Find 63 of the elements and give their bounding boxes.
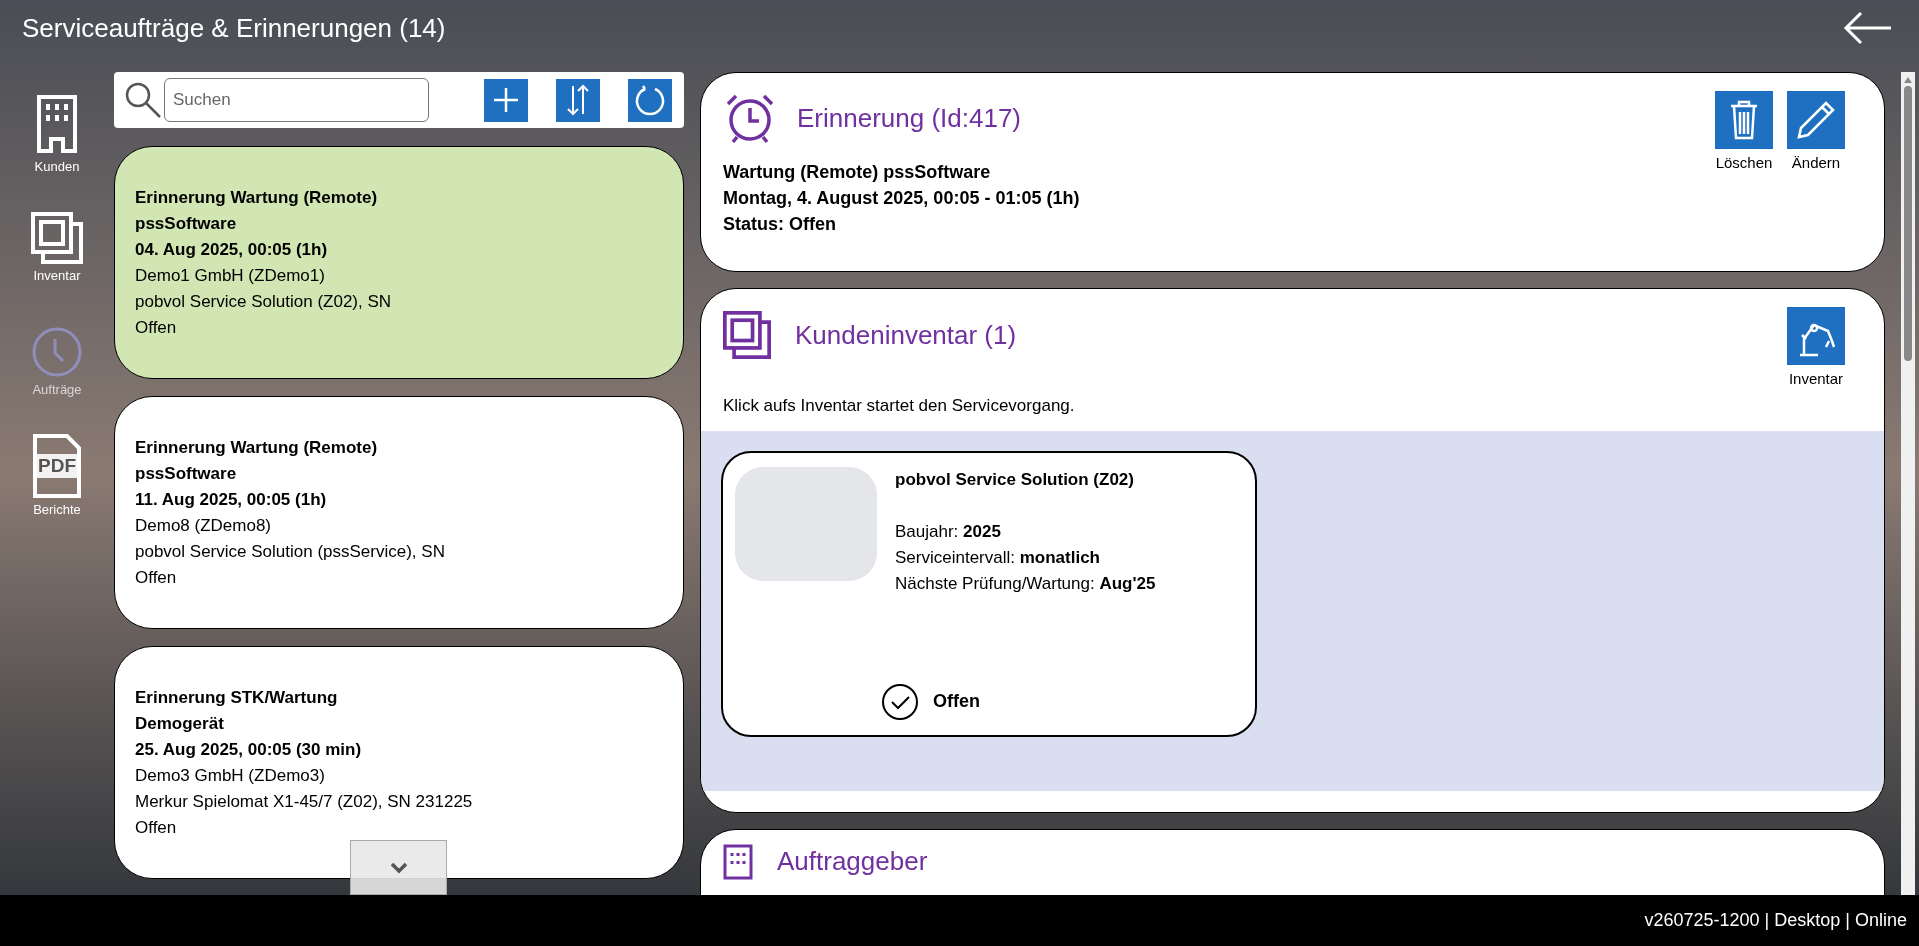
card-device: pobvol Service Solution (pssService), SN [135, 540, 446, 563]
panel-title: Auftraggeber [777, 845, 928, 878]
card-status: Offen [135, 316, 178, 339]
card-date: 25. Aug 2025, 00:05 (30 min) [135, 738, 363, 761]
card-status: Offen [135, 816, 178, 839]
sidebar-item[interactable]: Inventar [19, 200, 95, 296]
check-circle-icon [881, 682, 919, 721]
inventory-card[interactable]: pobvol Service Solution (Z02) Baujahr: 2025 Serviceintervall: monatlich Nächste Prüfung/Wartung: Aug'25 Offen [721, 450, 1257, 737]
card-title: Erinnerung Wartung (Remote) [135, 186, 379, 209]
sidebar-item[interactable]: PDF Berichte [19, 428, 95, 524]
inventory-status: Offen [933, 690, 980, 713]
reminder-detail: Montag, 4. August 2025, 00:05 - 01:05 (1h) [723, 187, 1080, 210]
inventory-name: pobvol Service Solution (Z02) [895, 468, 1135, 491]
sort-arrows-icon [566, 84, 590, 116]
trash-icon [1729, 100, 1759, 140]
reminder-detail: Wartung (Remote) pssSoftware [723, 161, 992, 184]
pdf-label: PDF [34, 454, 80, 478]
document-icon [31, 434, 83, 498]
card-status: Offen [135, 566, 178, 589]
inventory-field: Serviceintervall: monatlich [895, 544, 1156, 571]
card-customer: Demo3 GmbH (ZDemo3) [135, 764, 326, 787]
add-button[interactable] [484, 78, 528, 122]
search-icon [124, 81, 162, 119]
panel-title: Kundeninventar (1) [795, 318, 1017, 352]
search-field[interactable]: Suchen [164, 78, 429, 122]
inventory-field: Baujahr: 2025 [895, 518, 1156, 545]
clock-icon [31, 326, 83, 378]
back-arrow-icon[interactable] [1843, 11, 1893, 45]
scrollbar-thumb[interactable] [1904, 86, 1912, 361]
scroll-up-arrow-icon[interactable] [1904, 77, 1912, 83]
sort-button[interactable] [556, 78, 600, 122]
card-title: Erinnerung STK/Wartung [135, 686, 339, 709]
card-title: Erinnerung Wartung (Remote) [135, 436, 379, 459]
card-date: 11. Aug 2025, 00:05 (1h) [135, 488, 328, 511]
card-subject: pssSoftware [135, 462, 238, 485]
stacked-squares-icon [723, 311, 771, 359]
card-customer: Demo8 (ZDemo8) [135, 514, 273, 537]
action-button[interactable]: Ändern [1784, 91, 1848, 271]
pencil-icon [1796, 100, 1836, 140]
inventory-hint: Klick aufs Inventar startet den Servicevorgang. [722, 395, 1076, 417]
refresh-icon [634, 84, 666, 116]
action-button[interactable]: Löschen [1712, 91, 1776, 271]
reminder-card[interactable]: Erinnerung Wartung (Remote) pssSoftware 04. Aug 2025, 00:05 (1h) Demo1 GmbH (ZDemo1) pobvol Service Solution (Z02), SN Offen [114, 146, 684, 379]
page-title: Serviceaufträge & Erinnerungen (14) [22, 11, 446, 45]
stacked-squares-icon [31, 212, 83, 264]
chevron-down-icon [389, 861, 408, 874]
card-subject: Demogerät [135, 712, 225, 735]
reminder-card[interactable]: Erinnerung STK/Wartung Demogerät 25. Aug 2025, 00:05 (30 min) Demo3 GmbH (ZDemo3) Merkur Spielomat X1-45/7 (Z02), SN 231225 Offen [114, 646, 684, 879]
reminder-detail: Status: Offen [723, 213, 837, 236]
inventory-field: Nächste Prüfung/Wartung: Aug'25 [895, 570, 1156, 597]
reminder-card[interactable]: Erinnerung Wartung (Remote) pssSoftware 11. Aug 2025, 00:05 (1h) Demo8 (ZDemo8) pobvol Service Solution (pssService), SN Offen [114, 396, 684, 629]
refresh-button[interactable] [628, 78, 672, 122]
building-icon [723, 844, 753, 880]
card-device: Merkur Spielomat X1-45/7 (Z02), SN 231225 [135, 790, 474, 813]
card-customer: Demo1 GmbH (ZDemo1) [135, 264, 326, 287]
card-device: pobvol Service Solution (Z02), SN [135, 290, 393, 313]
status-bar-text: v260725-1200 | Desktop | Online [1644, 909, 1907, 932]
card-subject: pssSoftware [135, 212, 238, 235]
building-icon [35, 93, 79, 155]
panel-title: Erinnerung (Id:417) [797, 101, 1022, 135]
card-date: 04. Aug 2025, 00:05 (1h) [135, 238, 329, 261]
sidebar-item[interactable]: Kunden [19, 86, 95, 182]
plus-icon [493, 87, 519, 113]
